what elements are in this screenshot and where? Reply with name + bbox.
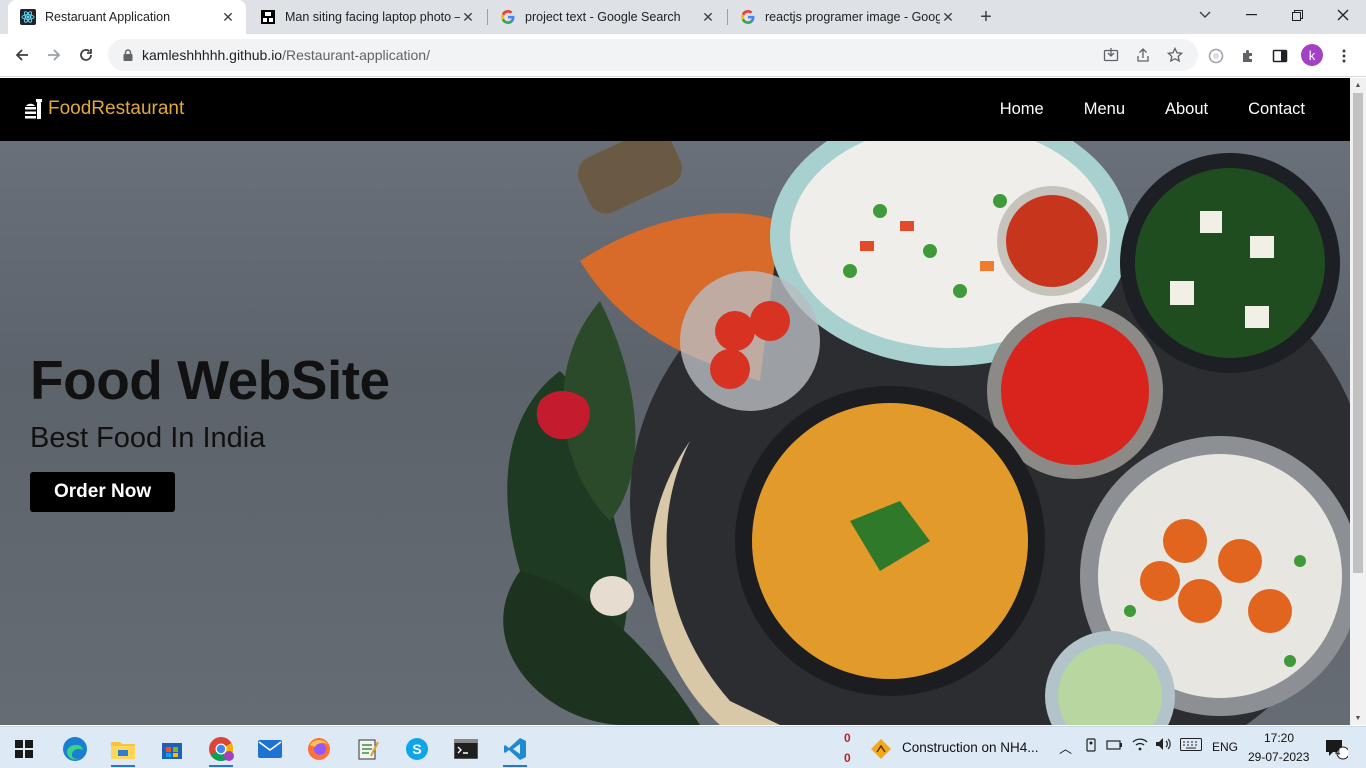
site-brand[interactable]: FoodRestaurant xyxy=(24,97,184,121)
scroll-up-arrow-icon[interactable]: ▲ xyxy=(1350,78,1366,92)
volume-icon[interactable] xyxy=(1155,737,1171,754)
nav-about[interactable]: About xyxy=(1165,100,1208,119)
windows-start-icon[interactable] xyxy=(4,731,44,767)
terminal-icon[interactable] xyxy=(446,731,486,767)
new-tab-button[interactable]: + xyxy=(975,6,997,28)
tray-counter-top: 0 xyxy=(844,731,851,745)
tab-restaurant-application[interactable]: Restaruant Application ✕ xyxy=(8,0,246,34)
browser-toolbar: kamleshhhhh.github.io/Restaurant-applica… xyxy=(0,34,1366,77)
clock-date[interactable]: 29-07-2023 xyxy=(1248,750,1309,764)
hero-section: Food WebSite Best Food In India Order No… xyxy=(0,141,1350,725)
reload-button[interactable] xyxy=(72,41,100,69)
notepad-icon[interactable] xyxy=(348,731,388,767)
svg-text:S: S xyxy=(412,741,421,757)
page-scrollbar[interactable]: ▲ ▼ xyxy=(1350,78,1366,725)
share-icon[interactable] xyxy=(1133,45,1153,65)
clock-time[interactable]: 17:20 xyxy=(1264,731,1294,745)
firefox-icon[interactable] xyxy=(299,731,339,767)
news-widget-text[interactable]: Construction on NH4... xyxy=(902,740,1039,755)
minimize-button[interactable] xyxy=(1228,0,1274,30)
store-icon[interactable] xyxy=(152,731,192,767)
extensions-puzzle-icon[interactable] xyxy=(1237,45,1259,67)
hero-text: Food WebSite Best Food In India Order No… xyxy=(30,348,390,512)
close-window-button[interactable] xyxy=(1320,0,1366,30)
language-indicator[interactable]: ENG xyxy=(1212,740,1238,754)
close-tab-icon[interactable]: ✕ xyxy=(940,9,956,25)
restore-button[interactable] xyxy=(1274,0,1320,30)
file-explorer-icon[interactable] xyxy=(103,731,143,767)
lock-icon[interactable] xyxy=(120,47,136,63)
back-button[interactable] xyxy=(8,41,36,69)
nav-menu[interactable]: Menu xyxy=(1084,100,1125,119)
tab-title: Restaruant Application xyxy=(45,10,171,24)
google-icon xyxy=(500,9,516,25)
edge-icon[interactable] xyxy=(55,731,95,767)
url-path: /Restaurant-application/ xyxy=(282,47,430,63)
forward-button[interactable] xyxy=(40,41,68,69)
page-viewport: FoodRestaurant Home Menu About Contact F… xyxy=(0,78,1350,725)
tab-project-text[interactable]: project text - Google Search ✕ xyxy=(488,0,726,34)
news-warning-icon[interactable] xyxy=(862,731,900,767)
tab-title: project text - Google Search xyxy=(525,10,681,24)
install-app-icon[interactable] xyxy=(1101,45,1121,65)
tab-reactjs-programer[interactable]: reactjs programer image - Googl ✕ xyxy=(728,0,966,34)
keyboard-icon[interactable] xyxy=(1180,738,1202,754)
skype-icon[interactable]: S xyxy=(397,731,437,767)
close-tab-icon[interactable]: ✕ xyxy=(700,9,716,25)
extension-circle-icon[interactable] xyxy=(1205,45,1227,67)
tab-search-icon[interactable] xyxy=(1182,0,1228,30)
url-host: kamleshhhhh.github.io xyxy=(142,47,283,63)
meet-now-icon[interactable] xyxy=(1084,738,1098,755)
profile-avatar[interactable]: k xyxy=(1301,44,1323,66)
tab-title: reactjs programer image - Googl xyxy=(765,10,940,24)
wifi-icon[interactable] xyxy=(1132,737,1148,754)
site-navbar: FoodRestaurant Home Menu About Contact xyxy=(0,78,1350,141)
chrome-menu-icon[interactable] xyxy=(1333,45,1355,67)
battery-plug-icon[interactable] xyxy=(1106,738,1124,755)
side-panel-icon[interactable] xyxy=(1269,45,1291,67)
brand-name: FoodRestaurant xyxy=(48,98,185,119)
google-icon xyxy=(740,9,756,25)
nav-home[interactable]: Home xyxy=(1000,100,1044,119)
tab-title: Man siting facing laptop photo – xyxy=(285,10,460,24)
close-tab-icon[interactable]: ✕ xyxy=(220,9,236,25)
close-tab-icon[interactable]: ✕ xyxy=(460,9,476,25)
site-nav: Home Menu About Contact xyxy=(1000,100,1305,119)
nav-contact[interactable]: Contact xyxy=(1248,100,1305,119)
unsplash-icon xyxy=(260,9,276,25)
scroll-thumb[interactable] xyxy=(1353,93,1363,573)
react-icon xyxy=(20,9,36,25)
bookmark-star-icon[interactable] xyxy=(1165,45,1185,65)
chrome-icon[interactable] xyxy=(201,731,241,767)
vscode-icon[interactable] xyxy=(495,731,535,767)
notification-count: 4 xyxy=(1335,747,1341,758)
scroll-down-arrow-icon[interactable]: ▼ xyxy=(1350,711,1366,725)
windows-taskbar: S 0 0 Construction on NH4... ︿ ENG 17:20… xyxy=(0,726,1366,768)
mail-icon[interactable] xyxy=(250,731,290,767)
tab-strip: Restaruant Application ✕ Man siting faci… xyxy=(0,0,1366,34)
restaurant-logo-icon xyxy=(25,99,42,119)
hero-subtitle: Best Food In India xyxy=(30,422,266,454)
show-hidden-icons-icon[interactable]: ︿ xyxy=(1059,738,1072,757)
order-now-button[interactable]: Order Now xyxy=(30,472,176,512)
tray-counter-bottom: 0 xyxy=(844,751,851,765)
hero-title: Food WebSite xyxy=(30,349,390,411)
address-bar[interactable]: kamleshhhhh.github.io/Restaurant-applica… xyxy=(108,39,1198,71)
tab-man-siting[interactable]: Man siting facing laptop photo – ✕ xyxy=(248,0,486,34)
